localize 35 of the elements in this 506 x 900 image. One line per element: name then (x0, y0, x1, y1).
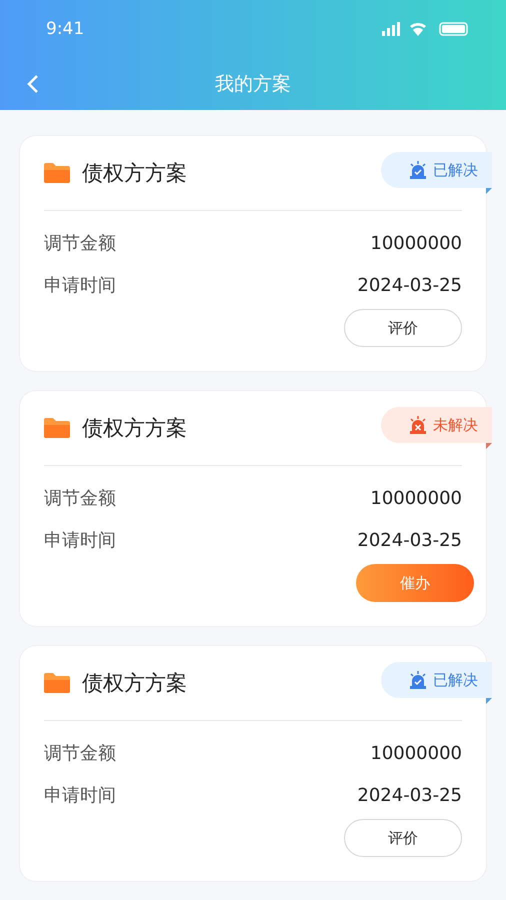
ribbon-fold (486, 188, 492, 194)
battery-icon (439, 22, 468, 36)
folder-icon (44, 163, 70, 183)
signal-icon (382, 22, 400, 36)
field-value: 10000000 (370, 742, 462, 764)
field-label: 调节金额 (44, 742, 116, 765)
review-button[interactable]: 评价 (344, 309, 462, 347)
field-label: 申请时间 (44, 274, 116, 297)
status-badge: 已解决 (381, 662, 492, 698)
status-badge: 已解决 (381, 152, 492, 188)
field-value: 10000000 (370, 488, 462, 508)
field-value: 2024-03-25 (357, 274, 462, 296)
alarm-icon (409, 161, 427, 179)
field-label: 调节金额 (44, 232, 116, 255)
field-label: 调节金额 (44, 487, 116, 510)
status-badge: 未解决 (381, 407, 492, 443)
field-label: 申请时间 (44, 784, 116, 807)
alarm-icon (409, 416, 427, 434)
field-label: 申请时间 (44, 529, 116, 552)
folder-icon (44, 673, 70, 693)
folder-icon (44, 418, 70, 438)
review-button[interactable]: 评价 (344, 819, 462, 857)
field-value: 10000000 (370, 232, 462, 254)
page-title: 我的方案 (215, 72, 291, 97)
field-value: 2024-03-25 (357, 784, 462, 806)
alarm-icon (409, 671, 427, 689)
field-value: 2024-03-25 (357, 530, 462, 550)
plan-title: 债权方方案 (82, 670, 187, 697)
plan-title: 债权方方案 (82, 415, 187, 442)
wifi-icon (410, 22, 426, 36)
plan-title: 债权方方案 (82, 160, 187, 187)
back-button[interactable] (26, 73, 40, 95)
status-time: 9:41 (46, 19, 84, 39)
ribbon-fold (486, 698, 492, 704)
ribbon-fold (486, 443, 492, 449)
